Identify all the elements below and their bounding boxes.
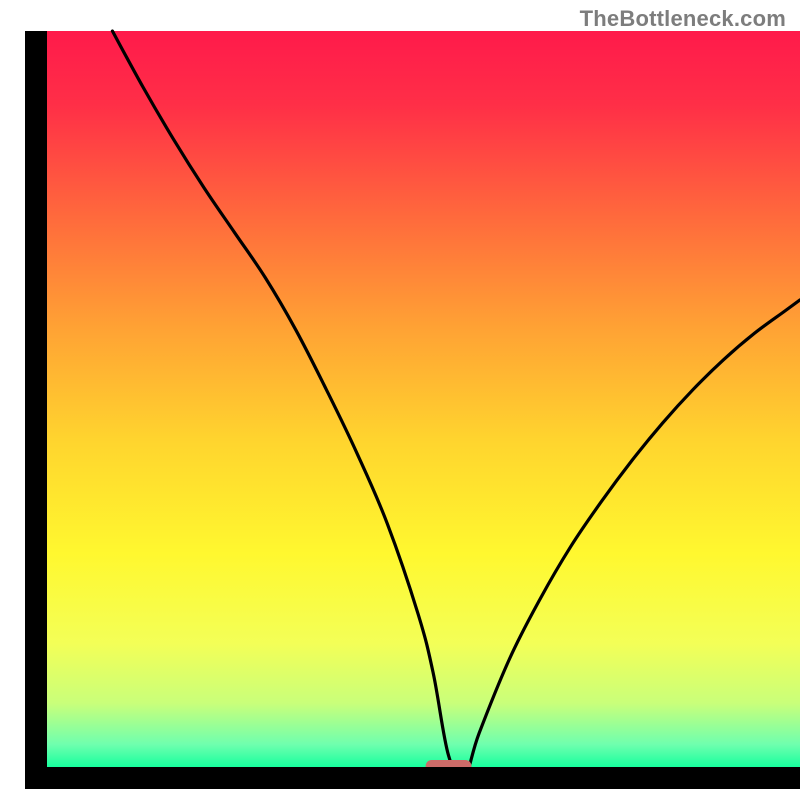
bottleneck-chart: [0, 0, 800, 800]
chart-container: TheBottleneck.com: [0, 0, 800, 800]
watermark-text: TheBottleneck.com: [580, 6, 786, 32]
plot-background: [36, 31, 800, 778]
